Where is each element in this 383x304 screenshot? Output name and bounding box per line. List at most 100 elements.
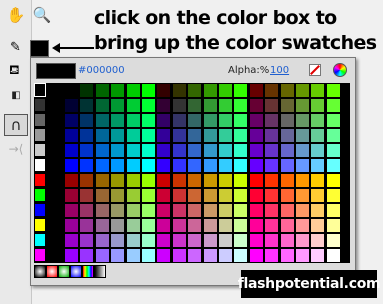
swatch[interactable]	[248, 173, 264, 188]
swatch[interactable]	[64, 158, 79, 173]
swatch[interactable]	[310, 203, 326, 218]
swatch[interactable]	[156, 113, 172, 128]
swatch[interactable]	[248, 128, 264, 143]
gradient-swatch[interactable]	[94, 265, 106, 278]
swatch[interactable]	[94, 248, 110, 263]
swatch[interactable]	[94, 83, 110, 98]
swatch[interactable]	[94, 143, 110, 158]
swatch[interactable]	[156, 128, 172, 143]
swatch[interactable]	[218, 248, 233, 263]
gradient-swatch[interactable]	[82, 265, 94, 278]
swatch[interactable]	[125, 248, 141, 263]
swatch[interactable]	[34, 128, 46, 142]
swatch[interactable]	[325, 83, 341, 98]
swatch[interactable]	[110, 218, 126, 233]
swatch[interactable]	[310, 248, 326, 263]
swatch[interactable]	[171, 188, 187, 203]
swatch[interactable]	[34, 98, 46, 112]
swatch[interactable]	[202, 218, 218, 233]
swatch[interactable]	[141, 233, 156, 248]
swatch[interactable]	[156, 218, 172, 233]
swatch[interactable]	[47, 143, 59, 157]
swatch[interactable]	[187, 128, 203, 143]
swatch[interactable]	[171, 233, 187, 248]
swatch[interactable]	[156, 173, 172, 188]
swatch[interactable]	[248, 98, 264, 113]
swatch[interactable]	[141, 218, 156, 233]
pencil-icon[interactable]: ✎	[10, 40, 21, 55]
swap-colors-icon[interactable]: ◧	[4, 84, 28, 106]
swatch[interactable]	[47, 233, 59, 247]
hex-value[interactable]: #000000	[78, 65, 125, 76]
swatch[interactable]	[279, 188, 295, 203]
swatch[interactable]	[110, 188, 126, 203]
swatch[interactable]	[295, 113, 310, 128]
swatch[interactable]	[141, 173, 156, 188]
swatch[interactable]	[141, 143, 156, 158]
swatch[interactable]	[156, 83, 172, 98]
swatch[interactable]	[279, 173, 295, 188]
gradient-swatch[interactable]	[34, 265, 46, 278]
swatch[interactable]	[156, 188, 172, 203]
swatch[interactable]	[310, 233, 326, 248]
swatch[interactable]	[202, 128, 218, 143]
swatch[interactable]	[156, 143, 172, 158]
swatch[interactable]	[79, 248, 95, 263]
swatch[interactable]	[34, 203, 46, 217]
swatch[interactable]	[202, 158, 218, 173]
swatch[interactable]	[295, 143, 310, 158]
swatch[interactable]	[295, 173, 310, 188]
swatch[interactable]	[110, 98, 126, 113]
swatch[interactable]	[325, 98, 341, 113]
swatch[interactable]	[79, 233, 95, 248]
swatch[interactable]	[187, 98, 203, 113]
swatch[interactable]	[141, 203, 156, 218]
swatch[interactable]	[202, 83, 218, 98]
gradient-swatch[interactable]	[46, 265, 58, 278]
swatch[interactable]	[264, 128, 280, 143]
swatch[interactable]	[34, 233, 46, 247]
swatch[interactable]	[47, 98, 59, 112]
swatch[interactable]	[79, 128, 95, 143]
swatch[interactable]	[248, 113, 264, 128]
swatch[interactable]	[156, 98, 172, 113]
swatch[interactable]	[295, 203, 310, 218]
swatch[interactable]	[110, 128, 126, 143]
swatch[interactable]	[94, 173, 110, 188]
swatch[interactable]	[79, 143, 95, 158]
swatch[interactable]	[264, 83, 280, 98]
swatch[interactable]	[279, 218, 295, 233]
swatch[interactable]	[94, 113, 110, 128]
swatch[interactable]	[171, 98, 187, 113]
swatch[interactable]	[264, 248, 280, 263]
swatch[interactable]	[295, 83, 310, 98]
swatch[interactable]	[264, 173, 280, 188]
swatch[interactable]	[94, 188, 110, 203]
swatch[interactable]	[248, 203, 264, 218]
swatch[interactable]	[202, 143, 218, 158]
swatch[interactable]	[64, 113, 79, 128]
zoom-icon[interactable]: 🔍	[30, 4, 54, 26]
swatch[interactable]	[295, 98, 310, 113]
swatch[interactable]	[110, 203, 126, 218]
swatch[interactable]	[248, 143, 264, 158]
swatch[interactable]	[47, 128, 59, 142]
swatch[interactable]	[64, 128, 79, 143]
swatch[interactable]	[233, 83, 249, 98]
swatch[interactable]	[233, 98, 249, 113]
swatch[interactable]	[233, 248, 249, 263]
swatch[interactable]	[218, 173, 233, 188]
swatch[interactable]	[79, 188, 95, 203]
swatch[interactable]	[34, 173, 46, 187]
swatch[interactable]	[94, 158, 110, 173]
swatch[interactable]	[325, 158, 341, 173]
swatch[interactable]	[325, 113, 341, 128]
swatch[interactable]	[171, 128, 187, 143]
swatch[interactable]	[110, 233, 126, 248]
swatch[interactable]	[94, 98, 110, 113]
swatch[interactable]	[47, 248, 59, 262]
swatch[interactable]	[233, 218, 249, 233]
swatch[interactable]	[264, 203, 280, 218]
swatch[interactable]	[325, 173, 341, 188]
swatch[interactable]	[202, 98, 218, 113]
